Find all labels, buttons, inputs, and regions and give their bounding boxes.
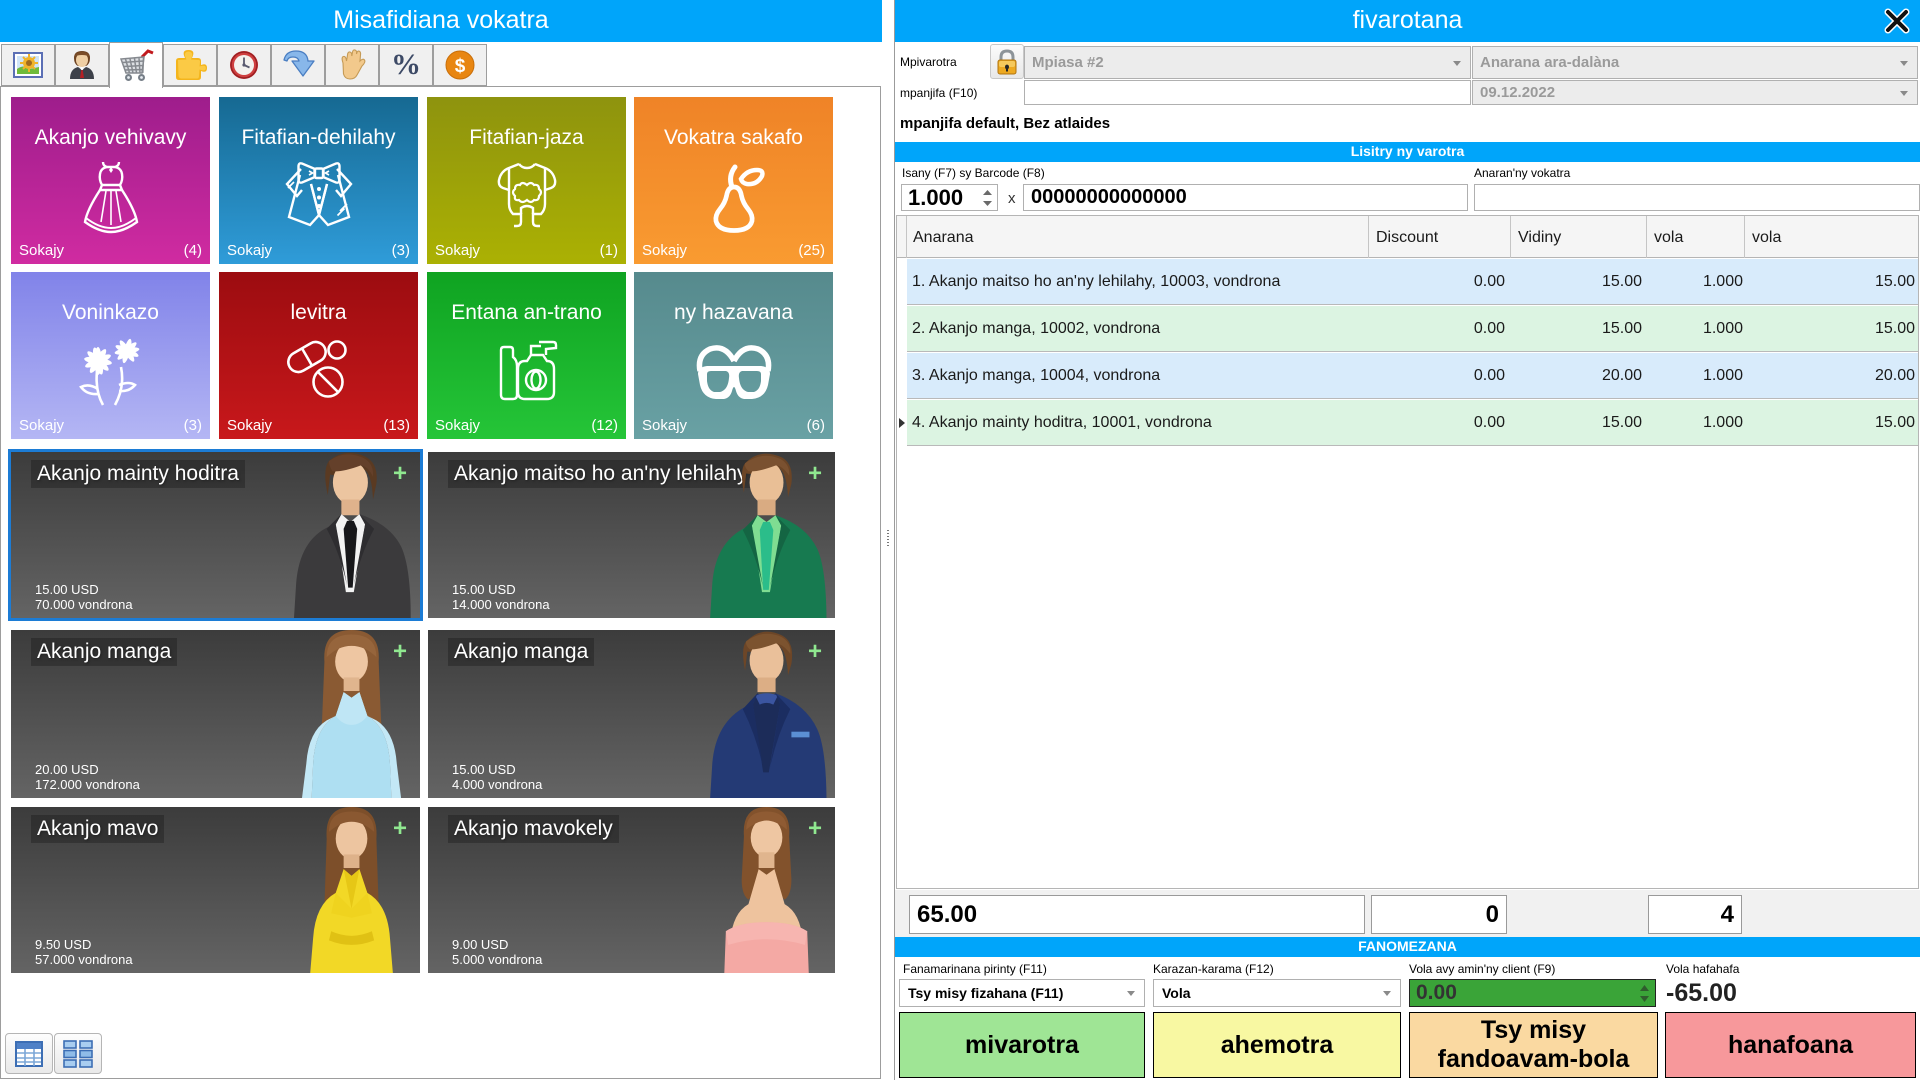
svg-text:$: $ xyxy=(455,56,466,77)
